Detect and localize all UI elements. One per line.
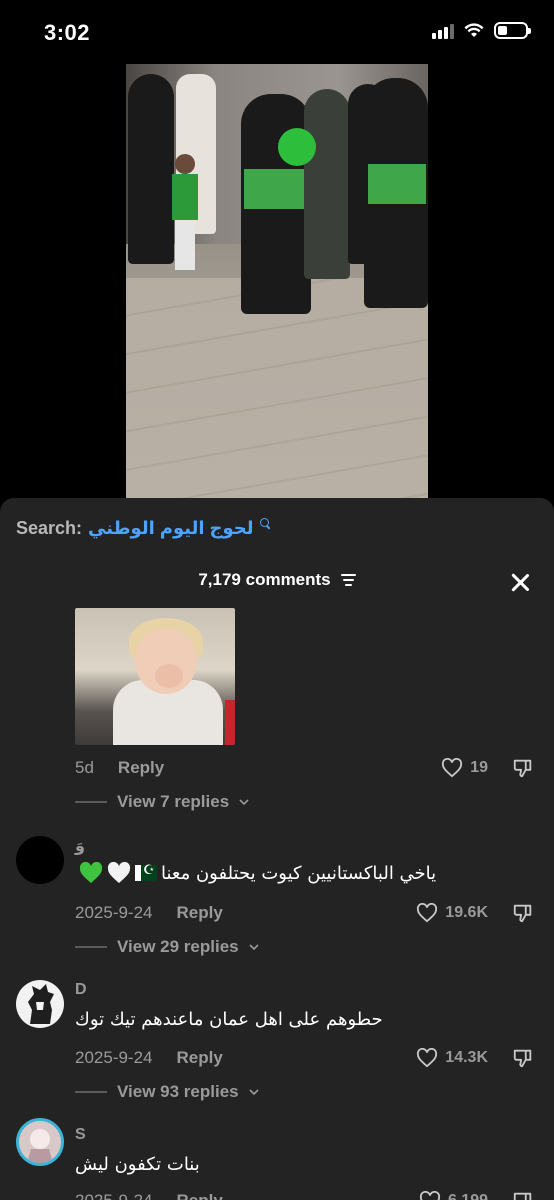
green-heart-icon [79,862,103,883]
comment-emojis [79,862,157,884]
replies-divider [75,1091,107,1093]
comment-date: 2025-9-24 [75,903,153,922]
video-green-sash [368,164,426,204]
comment-username[interactable]: S [75,1126,86,1144]
comment-body: ياخي الباكستانيين كيوت يحتلفون معنا [75,862,436,884]
comment-meta: 5d Reply [75,758,164,778]
comment-meta: 2025-9-24 Reply [75,1048,223,1068]
chevron-down-icon [249,944,259,951]
gif-child-hand [155,664,183,688]
status-time: 3:02 [44,20,91,45]
comment-gif[interactable] [75,608,235,745]
comment-text: بنات تكفون ليش [75,1154,200,1175]
dislike-icon[interactable] [512,1047,534,1069]
cellular-signal-icon [432,23,454,39]
heart-icon [417,903,438,923]
avatar-image [28,984,54,1024]
close-icon[interactable] [510,572,530,592]
view-replies-label: View 93 replies [117,1082,239,1101]
video-figure [128,74,174,264]
avatar[interactable] [16,980,64,1028]
like-button[interactable]: 6,199 [419,1191,488,1200]
comment-date: 2025-9-24 [75,1191,153,1200]
comment-date: 5d [75,758,94,777]
view-replies-button[interactable]: View 29 replies [75,937,259,957]
comments-count: 7,179 comments [198,570,331,589]
search-query-link[interactable]: لحوج اليوم الوطني [88,518,253,539]
pakistan-flag-icon [135,862,157,881]
dislike-icon[interactable] [512,902,534,924]
heart-icon [442,758,463,778]
white-heart-icon [107,862,131,883]
gif-red-object [225,700,235,745]
battery-level [498,26,508,35]
status-icons [432,22,531,39]
comment-meta: 2025-9-24 Reply [75,1191,223,1200]
chevron-down-icon [239,799,249,806]
video-green-balloon [278,128,316,166]
video-figure [304,89,350,279]
video-green-sash [244,169,308,209]
like-count: 19 [470,759,488,776]
reply-button[interactable]: Reply [177,903,223,923]
sort-filter-icon[interactable] [340,574,356,586]
search-icon [259,517,272,530]
reply-button[interactable]: Reply [177,1191,223,1200]
reply-button[interactable]: Reply [118,758,164,778]
view-replies-label: View 29 replies [117,937,239,956]
replies-divider [75,801,107,803]
video-child [172,154,198,274]
dislike-icon[interactable] [512,1190,534,1200]
status-bar: 3:02 [0,0,554,64]
avatar[interactable] [16,1118,64,1166]
video-player[interactable] [126,64,428,498]
comment-username[interactable]: D [75,981,87,999]
view-replies-label: View 7 replies [117,792,230,811]
comment-date: 2025-9-24 [75,1048,153,1067]
comment-text: حطوهم على اهل عمان ماعندهم تيك توك [75,1009,383,1030]
view-replies-button[interactable]: View 7 replies [75,792,249,812]
heart-icon [417,1048,438,1068]
like-button[interactable]: 19.6K [416,903,488,923]
comment-meta: 2025-9-24 Reply [75,903,223,923]
view-replies-button[interactable]: View 93 replies [75,1082,259,1102]
like-count: 19.6K [445,904,488,921]
wifi-icon [464,22,484,37]
replies-divider [75,946,107,948]
like-count: 6,199 [448,1192,488,1200]
like-button[interactable]: 19 [441,758,488,778]
reply-button[interactable]: Reply [177,1048,223,1068]
search-label: Search: [16,518,83,538]
battery-icon [494,22,531,39]
chevron-down-icon [249,1089,259,1096]
heart-icon [419,1191,440,1200]
comments-header: 7,179 comments [0,570,554,590]
comment-username[interactable]: وَ [75,836,85,856]
comments-sheet: Search: لحوج اليوم الوطني 7,179 comments… [0,498,554,1200]
search-suggestion[interactable]: Search: لحوج اليوم الوطني [16,517,272,539]
like-button[interactable]: 14.3K [416,1048,488,1068]
comment-text: ياخي الباكستانيين كيوت يحتلفون معنا [161,862,437,884]
dislike-icon[interactable] [512,757,534,779]
avatar[interactable] [16,836,64,884]
like-count: 14.3K [445,1049,488,1066]
avatar-image [27,1129,53,1163]
